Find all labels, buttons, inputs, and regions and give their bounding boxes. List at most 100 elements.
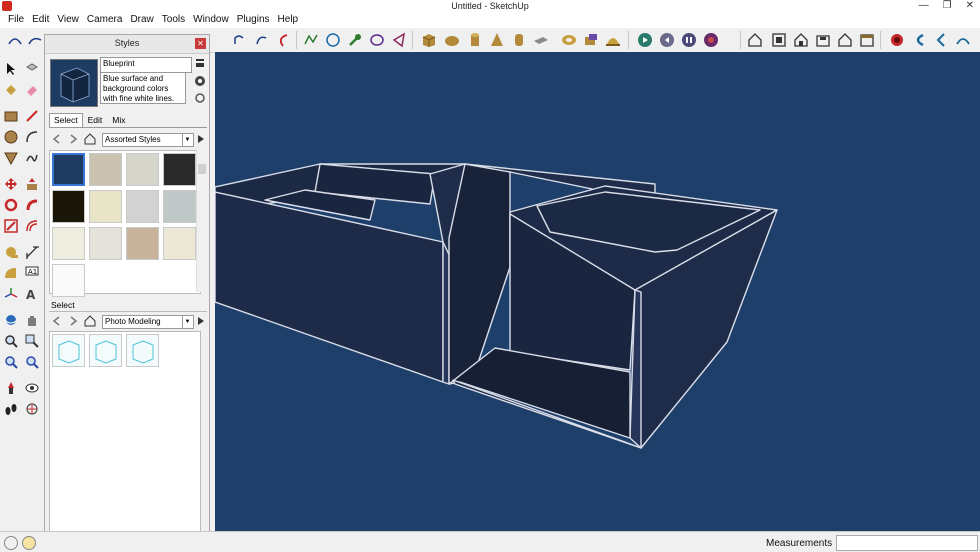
wrench-icon[interactable] bbox=[346, 31, 364, 49]
tab-mix[interactable]: Mix bbox=[107, 113, 130, 127]
section-plane-icon[interactable] bbox=[23, 400, 41, 418]
text-tool-icon[interactable]: A1 bbox=[23, 264, 41, 282]
tape-measure-icon[interactable] bbox=[2, 243, 20, 261]
torus-icon[interactable] bbox=[560, 31, 578, 49]
dimension-icon[interactable] bbox=[23, 243, 41, 261]
film-icon[interactable] bbox=[702, 31, 720, 49]
style-thumb[interactable] bbox=[126, 190, 159, 223]
scrollbar-thumb[interactable] bbox=[198, 164, 206, 174]
close-icon[interactable]: ✕ bbox=[966, 0, 974, 11]
menu-camera[interactable]: Camera bbox=[83, 14, 127, 25]
menu-plugins[interactable]: Plugins bbox=[233, 14, 274, 25]
geo-location-icon[interactable] bbox=[4, 536, 18, 550]
zoom-window-icon[interactable] bbox=[23, 332, 41, 350]
style-thumb[interactable] bbox=[89, 334, 122, 367]
push-pull-icon[interactable] bbox=[23, 175, 41, 193]
zoom-extents-icon[interactable] bbox=[2, 353, 20, 371]
walk-icon[interactable] bbox=[2, 400, 20, 418]
secondary-library-dropdown[interactable]: Photo Modeling ▼ bbox=[102, 315, 194, 329]
paint-bucket-icon[interactable] bbox=[2, 81, 20, 99]
back-arrow-icon[interactable] bbox=[51, 315, 63, 327]
plate-icon[interactable] bbox=[532, 31, 550, 49]
style-thumb[interactable] bbox=[52, 264, 85, 297]
pan-hand-icon[interactable] bbox=[23, 311, 41, 329]
position-camera-icon[interactable] bbox=[2, 379, 20, 397]
zoom-icon[interactable] bbox=[2, 332, 20, 350]
back-arrow-icon[interactable] bbox=[51, 133, 63, 145]
credits-icon[interactable] bbox=[22, 536, 36, 550]
rotate-icon[interactable] bbox=[2, 196, 20, 214]
scene-back-icon[interactable] bbox=[910, 31, 928, 49]
style-thumb[interactable] bbox=[126, 153, 159, 186]
rewind-icon[interactable] bbox=[658, 31, 676, 49]
arc3-icon[interactable] bbox=[274, 31, 292, 49]
home-icon[interactable] bbox=[84, 133, 96, 145]
style-thumb[interactable] bbox=[163, 190, 196, 223]
pencil-line-icon[interactable] bbox=[23, 107, 41, 125]
polygon-icon[interactable] bbox=[324, 31, 342, 49]
box-icon[interactable] bbox=[420, 31, 438, 49]
style-thumb[interactable] bbox=[163, 227, 196, 260]
style-name-field[interactable]: Blueprint bbox=[100, 57, 192, 73]
house-left-icon[interactable] bbox=[858, 31, 876, 49]
library-dropdown[interactable]: Assorted Styles ▼ bbox=[102, 133, 194, 147]
house-top-icon[interactable] bbox=[770, 31, 788, 49]
dome-icon[interactable] bbox=[604, 31, 622, 49]
model-viewport[interactable] bbox=[214, 52, 980, 531]
house-front-icon[interactable] bbox=[792, 31, 810, 49]
menu-draw[interactable]: Draw bbox=[126, 14, 157, 25]
house-iso-icon[interactable] bbox=[746, 31, 764, 49]
menu-tools[interactable]: Tools bbox=[158, 14, 189, 25]
offset-icon[interactable] bbox=[23, 217, 41, 235]
freehand-icon[interactable] bbox=[302, 31, 320, 49]
style-thumb-blueprint[interactable] bbox=[52, 153, 85, 186]
cone-icon[interactable] bbox=[488, 31, 506, 49]
follow-me-icon[interactable] bbox=[23, 196, 41, 214]
look-around-icon[interactable] bbox=[23, 379, 41, 397]
style-thumb[interactable] bbox=[52, 227, 85, 260]
arc-icon[interactable] bbox=[6, 31, 24, 49]
create-style-icon[interactable] bbox=[194, 75, 206, 87]
menu-view[interactable]: View bbox=[53, 14, 83, 25]
forward-arrow-icon[interactable] bbox=[67, 315, 79, 327]
arc2-icon[interactable] bbox=[26, 31, 44, 49]
update-style-icon[interactable] bbox=[194, 92, 206, 104]
style-description-field[interactable]: Blue surface and background colors with … bbox=[100, 72, 186, 104]
menu-window[interactable]: Window bbox=[189, 14, 233, 25]
eraser-icon[interactable] bbox=[23, 81, 41, 99]
previous-view-icon[interactable] bbox=[23, 353, 41, 371]
minimize-icon[interactable]: — bbox=[919, 0, 929, 11]
menu-help[interactable]: Help bbox=[274, 14, 303, 25]
details-icon[interactable] bbox=[194, 57, 206, 69]
thumbnail-scrollbar[interactable] bbox=[196, 150, 207, 292]
style-thumb[interactable] bbox=[126, 334, 159, 367]
home-icon[interactable] bbox=[84, 315, 96, 327]
move-icon[interactable] bbox=[2, 175, 20, 193]
polygon-tool-icon[interactable] bbox=[2, 149, 20, 167]
pause-icon[interactable] bbox=[680, 31, 698, 49]
axes-icon[interactable] bbox=[2, 285, 20, 303]
measurements-input[interactable] bbox=[836, 535, 978, 551]
protractor-icon[interactable] bbox=[2, 264, 20, 282]
redo-icon[interactable] bbox=[252, 31, 270, 49]
menu-edit[interactable]: Edit bbox=[28, 14, 53, 25]
sphere-icon[interactable] bbox=[443, 31, 461, 49]
style-thumb[interactable] bbox=[89, 190, 122, 223]
scale-icon[interactable] bbox=[2, 217, 20, 235]
style-thumb[interactable] bbox=[126, 227, 159, 260]
style-thumb[interactable] bbox=[89, 153, 122, 186]
record-icon[interactable] bbox=[888, 31, 906, 49]
shape-icon[interactable] bbox=[390, 31, 408, 49]
orbit-icon[interactable] bbox=[2, 311, 20, 329]
style-thumb[interactable] bbox=[52, 190, 85, 223]
toolbar-more-icon[interactable] bbox=[954, 31, 972, 49]
details-arrow-icon[interactable] bbox=[195, 133, 207, 145]
ellipse-icon[interactable] bbox=[368, 31, 386, 49]
freehand-tool-icon[interactable] bbox=[23, 149, 41, 167]
style-thumb[interactable] bbox=[89, 227, 122, 260]
house-back-icon[interactable] bbox=[836, 31, 854, 49]
undo-icon[interactable] bbox=[230, 31, 248, 49]
make-component-icon[interactable] bbox=[23, 60, 41, 78]
forward-arrow-icon[interactable] bbox=[67, 133, 79, 145]
style-thumb[interactable] bbox=[163, 153, 196, 186]
